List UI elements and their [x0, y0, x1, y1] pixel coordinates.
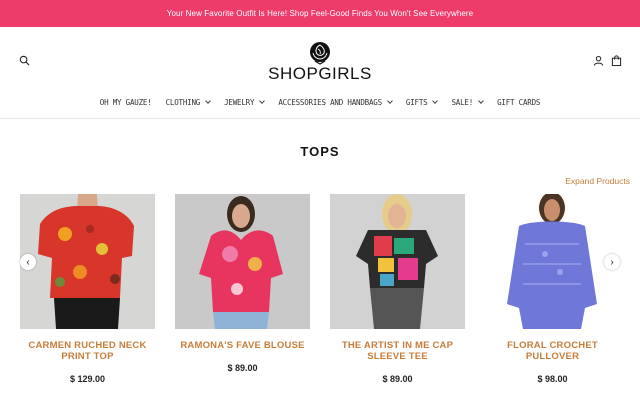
chevron-left-icon: ‹ [26, 256, 30, 268]
site-header: SHOPGIRLS OH MY GAUZE! CLOTHING JEWELRY … [0, 27, 640, 119]
product-image[interactable] [330, 194, 465, 329]
product-card[interactable]: THE ARTIST IN ME CAP SLEEVE TEE $ 89.00 [330, 194, 465, 384]
product-name[interactable]: RAMONA'S FAVE BLOUSE [175, 340, 310, 351]
product-image[interactable] [485, 194, 620, 329]
nav-label: SALE! [451, 97, 474, 107]
product-price: $ 89.00 [227, 363, 258, 373]
nav-item-gift-cards[interactable]: GIFT CARDS [497, 98, 540, 107]
chevron-down-icon [259, 98, 266, 104]
nav-label: GIFT CARDS [497, 97, 541, 107]
nav-item-clothing[interactable]: CLOTHING [166, 98, 211, 107]
chevron-right-icon: › [610, 256, 614, 268]
product-name[interactable]: FLORAL CROCHET PULLOVER [485, 340, 620, 362]
nav-label: JEWELRY [224, 97, 255, 107]
nav-label: OH MY GAUZE! [99, 97, 152, 107]
chevron-down-icon [387, 98, 393, 104]
announcement-bar: Your New Favorite Outfit Is Here! Shop F… [0, 0, 640, 27]
brand-name: SHOPGIRLS [268, 64, 372, 83]
nav-item-sale[interactable]: SALE! [451, 97, 484, 107]
product-card[interactable]: RAMONA'S FAVE BLOUSE $ 89.00 [175, 194, 310, 373]
product-price: $ 98.00 [537, 374, 568, 384]
bag-icon[interactable] [609, 53, 623, 67]
nav-item-oh-my-gauze[interactable]: OH MY GAUZE! [100, 98, 152, 107]
chevron-down-icon [432, 98, 439, 104]
search-icon[interactable] [17, 53, 31, 67]
product-image[interactable] [175, 194, 310, 329]
user-icon[interactable] [591, 53, 605, 67]
section-title: TOPS [300, 144, 340, 159]
product-card[interactable]: CARMEN RUCHED NECK PRINT TOP $ 129.00 [20, 194, 155, 384]
product-price: $ 129.00 [69, 374, 106, 384]
main-nav: OH MY GAUZE! CLOTHING JEWELRY ACCESSORIE… [0, 95, 640, 109]
product-image[interactable] [20, 194, 155, 329]
announcement-text: Your New Favorite Outfit Is Here! Shop F… [166, 9, 474, 18]
rose-icon [310, 42, 330, 65]
site-logo[interactable]: SHOPGIRLS [260, 41, 380, 85]
nav-label: GIFTS [405, 97, 428, 107]
chevron-down-icon [205, 98, 211, 104]
carousel-next-button[interactable]: › [604, 254, 620, 270]
nav-item-accessories[interactable]: ACCESSORIES AND HANDBAGS [278, 97, 393, 107]
nav-item-gifts[interactable]: GIFTS [405, 97, 439, 107]
product-price: $ 89.00 [382, 374, 413, 384]
product-card[interactable]: FLORAL CROCHET PULLOVER $ 98.00 [485, 194, 620, 384]
nav-label: CLOTHING [165, 97, 201, 107]
expand-products-link[interactable]: Expand Products [565, 176, 630, 186]
chevron-down-icon [478, 98, 484, 104]
nav-item-jewelry[interactable]: JEWELRY [224, 97, 266, 107]
product-name[interactable]: THE ARTIST IN ME CAP SLEEVE TEE [330, 340, 465, 362]
carousel-prev-button[interactable]: ‹ [20, 254, 36, 270]
product-name[interactable]: CARMEN RUCHED NECK PRINT TOP [20, 340, 155, 362]
nav-label: ACCESSORIES AND HANDBAGS [278, 97, 382, 107]
